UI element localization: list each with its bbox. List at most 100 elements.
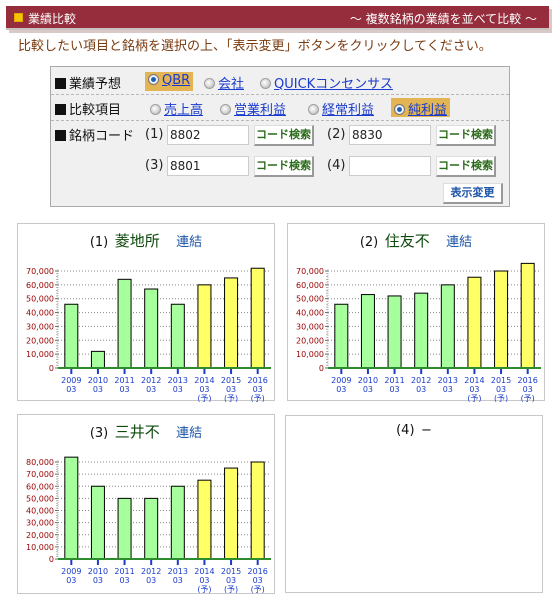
y-tick-label: 40,000 bbox=[26, 507, 54, 516]
x-tick-label: 03 bbox=[146, 576, 156, 585]
x-tick-label: 03 bbox=[93, 576, 103, 585]
x-tick-label: 2011 bbox=[384, 376, 404, 385]
code-search-button-1[interactable]: コード検索 bbox=[254, 125, 314, 146]
x-tick-label: 03 bbox=[226, 385, 236, 394]
x-tick-label: 2013 bbox=[168, 567, 188, 576]
x-tick-label: 03 bbox=[119, 576, 129, 585]
code-slot-2-label: (2) bbox=[327, 127, 346, 142]
radio-metric-net[interactable]: 純利益 bbox=[391, 98, 451, 118]
bar bbox=[90, 350, 105, 369]
bar bbox=[144, 497, 159, 560]
radio-icon bbox=[150, 104, 161, 115]
code-slot-3-label: (3) bbox=[145, 158, 164, 173]
x-tick-label: 2012 bbox=[411, 376, 431, 385]
y-tick-label: 70,000 bbox=[26, 267, 54, 276]
bar bbox=[250, 267, 265, 369]
x-tick-label: 2015 bbox=[491, 376, 511, 385]
panel-title: (4) − bbox=[396, 423, 432, 438]
x-tick-label: (予) bbox=[494, 394, 508, 402]
x-tick-label: 03 bbox=[226, 576, 236, 585]
apply-button[interactable]: 表示変更 bbox=[443, 183, 503, 204]
x-tick-label: 03 bbox=[146, 385, 156, 394]
bar bbox=[387, 295, 402, 369]
bar-chart-1: 0 10,000 20,000 30,000 40,000 50,000 60,000 70,… bbox=[26, 267, 271, 402]
x-tick-label: (予) bbox=[251, 585, 265, 594]
x-tick-label: 2012 bbox=[141, 567, 161, 576]
radio-selected-icon bbox=[394, 104, 405, 115]
radio-forecast-quick[interactable]: QUICKコンセンサス bbox=[257, 72, 396, 92]
radio-forecast-company[interactable]: 会社 bbox=[201, 72, 247, 92]
radio-metric-operating[interactable]: 営業利益 bbox=[217, 98, 289, 118]
square-bullet-icon bbox=[14, 13, 23, 22]
x-tick-label: 2015 bbox=[221, 567, 241, 576]
x-tick-label: 03 bbox=[253, 385, 263, 394]
x-tick-label: 03 bbox=[253, 576, 263, 585]
y-tick-label: 20,000 bbox=[296, 336, 324, 345]
company-name: − bbox=[420, 423, 432, 438]
radio-metric-ordinary[interactable]: 経常利益 bbox=[305, 98, 377, 118]
radio-icon bbox=[308, 104, 319, 115]
y-tick-label: 30,000 bbox=[26, 322, 54, 331]
bar bbox=[64, 456, 79, 560]
bar bbox=[494, 270, 509, 369]
y-tick-label: 10,000 bbox=[26, 350, 54, 359]
y-tick-label: 20,000 bbox=[26, 531, 54, 540]
y-tick-label: 60,000 bbox=[26, 482, 54, 491]
x-tick-label: 2016 bbox=[248, 376, 268, 385]
x-tick-label: (予) bbox=[467, 394, 481, 402]
instruction-text: 比較したい項目と銘柄を選択の上、「表示変更」ボタンをクリックしてください。 bbox=[18, 39, 492, 54]
radio-icon bbox=[260, 78, 271, 89]
y-tick-label: 40,000 bbox=[26, 309, 54, 318]
bar-chart-3: 0 10,000 20,000 30,000 40,000 50,000 60,000 70,… bbox=[26, 456, 271, 594]
code-search-button-2[interactable]: コード検索 bbox=[436, 125, 496, 146]
x-tick-label: 03 bbox=[389, 385, 399, 394]
x-tick-label: 2009 bbox=[331, 376, 351, 385]
y-tick-label: 60,000 bbox=[296, 281, 324, 290]
bar-chart-2: 0 10,000 20,000 30,000 40,000 50,000 60,000 70,… bbox=[296, 262, 541, 402]
y-tick-label: 30,000 bbox=[296, 322, 324, 331]
y-tick-label: 10,000 bbox=[296, 350, 324, 359]
code-input-4[interactable] bbox=[349, 156, 431, 176]
y-tick-label: 70,000 bbox=[296, 267, 324, 276]
x-tick-label: 03 bbox=[173, 576, 183, 585]
x-tick-label: 2014 bbox=[194, 567, 214, 576]
y-tick-label: 0 bbox=[319, 364, 324, 373]
x-tick-label: 2009 bbox=[61, 567, 81, 576]
code-input-1[interactable] bbox=[167, 125, 249, 145]
bar bbox=[520, 262, 535, 369]
bar bbox=[197, 479, 212, 560]
x-tick-label: 2010 bbox=[88, 376, 108, 385]
x-tick-label: 03 bbox=[469, 385, 479, 394]
x-tick-label: 2011 bbox=[114, 567, 134, 576]
section-subtitle: ～ 複数銘柄の業績を並べて比較 ～ bbox=[349, 12, 537, 26]
code-search-button-4[interactable]: コード検索 bbox=[436, 156, 496, 177]
x-tick-label: 03 bbox=[119, 385, 129, 394]
code-input-2[interactable] bbox=[349, 125, 431, 145]
chart-panel-2: (2) 住友不 連結 0 10,000 20,000 30,000 40,000 50,0… bbox=[287, 223, 545, 402]
bar bbox=[144, 288, 159, 369]
x-tick-label: 2014 bbox=[194, 376, 214, 385]
radio-forecast-qbr[interactable]: QBR bbox=[145, 72, 194, 91]
y-tick-label: 50,000 bbox=[26, 494, 54, 503]
metric-label: 比較項目 bbox=[55, 99, 121, 118]
x-tick-label: (予) bbox=[251, 394, 265, 402]
bar bbox=[414, 292, 429, 369]
x-tick-label: 03 bbox=[199, 385, 209, 394]
bar bbox=[334, 303, 349, 369]
metric-row: 比較項目 売上高 営業利益 経常利益 純利益 bbox=[51, 95, 509, 121]
chart-panel-4: (4) − bbox=[285, 415, 543, 593]
radio-metric-sales[interactable]: 売上高 bbox=[147, 98, 206, 118]
black-square-icon bbox=[55, 78, 66, 89]
x-tick-label: 03 bbox=[496, 385, 506, 394]
x-tick-label: 2012 bbox=[141, 376, 161, 385]
bar bbox=[467, 276, 482, 369]
x-tick-label: 2015 bbox=[221, 376, 241, 385]
y-tick-label: 40,000 bbox=[296, 309, 324, 318]
x-tick-label: (予) bbox=[224, 585, 238, 594]
code-search-button-3[interactable]: コード検索 bbox=[254, 156, 314, 177]
x-tick-label: 03 bbox=[93, 385, 103, 394]
x-tick-label: (予) bbox=[197, 585, 211, 594]
radio-icon bbox=[204, 78, 215, 89]
code-slot-4-label: (4) bbox=[327, 158, 346, 173]
code-input-3[interactable] bbox=[167, 156, 249, 176]
